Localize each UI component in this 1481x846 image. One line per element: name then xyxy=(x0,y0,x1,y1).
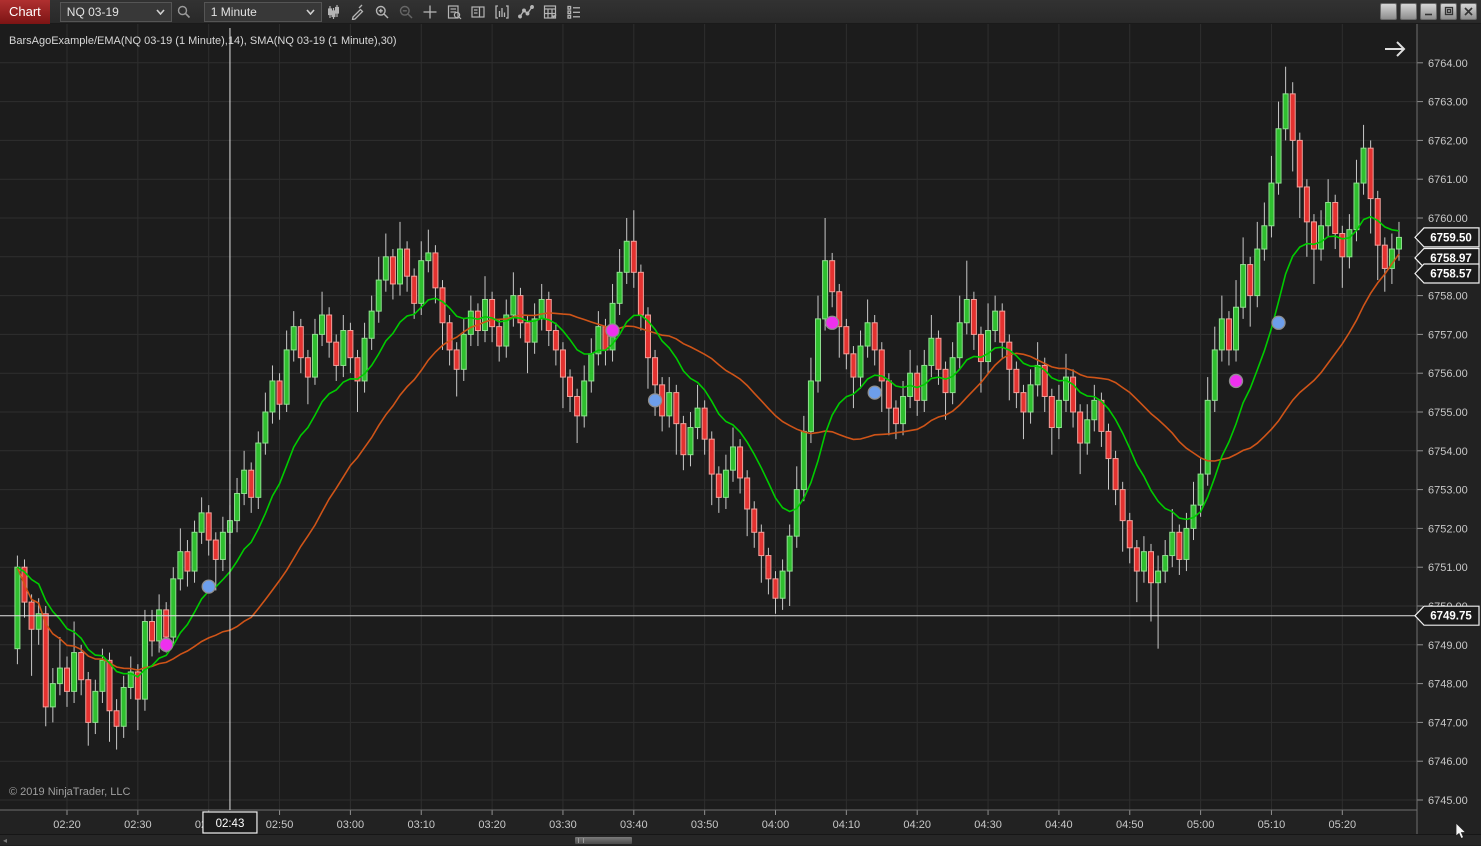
restore-button[interactable] xyxy=(1440,3,1457,20)
search-button[interactable] xyxy=(173,1,196,23)
close-icon xyxy=(1464,3,1473,21)
sma-value-marker: 6758.57 xyxy=(1414,263,1480,284)
chevron-down-icon xyxy=(156,8,165,15)
svg-text:04:10: 04:10 xyxy=(833,819,861,831)
window-controls xyxy=(1380,3,1477,20)
chart-style-icon xyxy=(326,4,342,20)
arrow-right-icon xyxy=(1382,38,1410,65)
chart-panel[interactable]: 6745.006746.006747.006748.006749.006750.… xyxy=(0,24,1481,840)
search-icon xyxy=(176,4,192,20)
svg-text:03:30: 03:30 xyxy=(549,819,577,831)
crosshair-price-marker: 6749.75 xyxy=(1414,605,1480,626)
tab-chart[interactable]: Chart xyxy=(0,0,50,24)
svg-text:04:20: 04:20 xyxy=(903,819,931,831)
zoom-in-icon xyxy=(374,4,390,20)
svg-text:6752.00: 6752.00 xyxy=(1428,523,1468,535)
crosshair-time-marker: 02:43 xyxy=(202,811,258,834)
svg-text:6753.00: 6753.00 xyxy=(1428,485,1468,497)
restore-icon xyxy=(1444,3,1454,21)
crosshair-icon xyxy=(422,4,438,20)
indicators-icon xyxy=(494,4,510,20)
properties-icon xyxy=(566,4,582,20)
svg-text:6754.00: 6754.00 xyxy=(1428,446,1468,458)
svg-text:6749.00: 6749.00 xyxy=(1428,640,1468,652)
interval-selector[interactable]: 1 Minute xyxy=(203,1,322,22)
svg-text:6747.00: 6747.00 xyxy=(1428,717,1468,729)
chart-style-button[interactable] xyxy=(323,1,346,23)
horizontal-scrollbar[interactable]: ◂ xyxy=(0,834,1481,845)
properties-button[interactable] xyxy=(563,1,586,23)
instrument-link-button[interactable] xyxy=(1380,3,1397,20)
svg-text:05:00: 05:00 xyxy=(1187,819,1215,831)
svg-text:6751.00: 6751.00 xyxy=(1428,562,1468,574)
minimize-icon xyxy=(1424,3,1433,21)
svg-text:05:20: 05:20 xyxy=(1329,819,1357,831)
svg-text:6762.00: 6762.00 xyxy=(1428,135,1468,147)
line-tools-button[interactable] xyxy=(515,1,538,23)
svg-text:04:40: 04:40 xyxy=(1045,819,1073,831)
line-tools-icon xyxy=(518,4,535,20)
copyright-text: © 2019 NinjaTrader, LLC xyxy=(9,786,131,798)
close-button[interactable] xyxy=(1460,3,1477,20)
plot-background xyxy=(0,24,1417,810)
chevron-down-icon xyxy=(306,8,315,15)
svg-text:6756.00: 6756.00 xyxy=(1428,368,1468,380)
svg-text:6759.50: 6759.50 xyxy=(1430,232,1472,244)
price-chart[interactable]: 6745.006746.006747.006748.006749.006750.… xyxy=(0,24,1481,834)
svg-text:04:00: 04:00 xyxy=(762,819,790,831)
instrument-selector[interactable]: NQ 03-19 xyxy=(59,1,172,22)
zoom-out-icon xyxy=(398,4,414,20)
data-box-icon xyxy=(446,4,462,20)
svg-text:6761.00: 6761.00 xyxy=(1428,174,1468,186)
svg-text:6760.00: 6760.00 xyxy=(1428,213,1468,225)
data-box-button[interactable] xyxy=(443,1,466,23)
scroll-left-icon[interactable]: ◂ xyxy=(3,836,7,845)
svg-text:02:43: 02:43 xyxy=(216,818,245,830)
strategies-button[interactable] xyxy=(539,1,562,23)
svg-text:6764.00: 6764.00 xyxy=(1428,58,1468,70)
svg-text:02:30: 02:30 xyxy=(124,819,152,831)
svg-text:6748.00: 6748.00 xyxy=(1428,679,1468,691)
svg-text:6749.75: 6749.75 xyxy=(1430,611,1472,623)
crosshair-button[interactable] xyxy=(419,1,442,23)
svg-text:02:20: 02:20 xyxy=(53,819,81,831)
minimize-button[interactable] xyxy=(1420,3,1437,20)
svg-text:04:50: 04:50 xyxy=(1116,819,1144,831)
svg-text:6746.00: 6746.00 xyxy=(1428,756,1468,768)
mouse-cursor-icon xyxy=(1455,822,1469,846)
svg-text:6757.00: 6757.00 xyxy=(1428,329,1468,341)
svg-text:6758.57: 6758.57 xyxy=(1430,268,1472,280)
svg-text:03:40: 03:40 xyxy=(620,819,648,831)
chart-trader-icon xyxy=(470,4,486,20)
svg-text:02:50: 02:50 xyxy=(266,819,294,831)
drawing-tools-button[interactable] xyxy=(347,1,370,23)
svg-text:03:00: 03:00 xyxy=(337,819,365,831)
instrument-value: NQ 03-19 xyxy=(66,4,119,19)
svg-text:05:10: 05:10 xyxy=(1258,819,1286,831)
strategies-icon xyxy=(542,4,558,20)
svg-text:03:50: 03:50 xyxy=(691,819,719,831)
svg-text:03:20: 03:20 xyxy=(478,819,506,831)
zoom-in-button[interactable] xyxy=(371,1,394,23)
tab-chart-label: Chart xyxy=(9,4,41,19)
svg-text:6755.00: 6755.00 xyxy=(1428,407,1468,419)
drawing-tools-icon xyxy=(350,4,366,20)
scrollbar-thumb[interactable] xyxy=(575,837,632,844)
go-to-latest-bar-button[interactable] xyxy=(1381,37,1411,65)
last-price-marker: 6759.50 xyxy=(1414,227,1480,248)
svg-text:6763.00: 6763.00 xyxy=(1428,97,1468,109)
indicators-button[interactable] xyxy=(491,1,514,23)
chart-title: BarsAgoExample/EMA(NQ 03-19 (1 Minute),1… xyxy=(9,35,397,47)
svg-text:03:10: 03:10 xyxy=(407,819,435,831)
chart-trader-button[interactable] xyxy=(467,1,490,23)
svg-text:6758.97: 6758.97 xyxy=(1430,253,1472,265)
toolbar: Chart NQ 03-19 1 Minute xyxy=(0,0,1481,24)
interval-link-button[interactable] xyxy=(1400,3,1417,20)
zoom-out-button[interactable] xyxy=(395,1,418,23)
interval-value: 1 Minute xyxy=(210,4,257,19)
svg-text:6745.00: 6745.00 xyxy=(1428,795,1468,807)
svg-text:04:30: 04:30 xyxy=(974,819,1002,831)
svg-text:6758.00: 6758.00 xyxy=(1428,291,1468,303)
